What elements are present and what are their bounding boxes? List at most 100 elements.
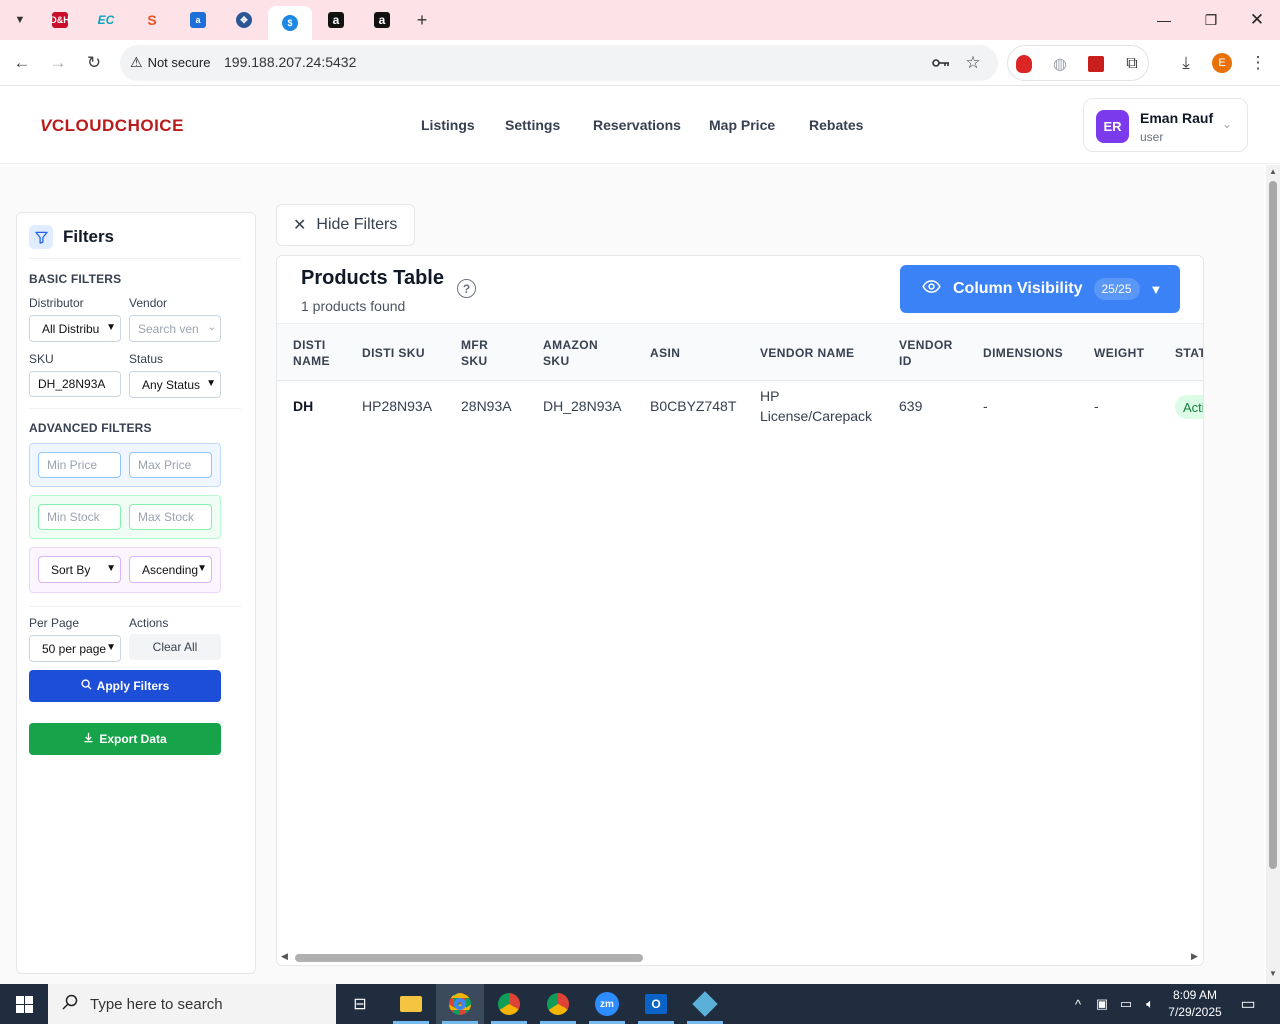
chrome-icon — [498, 993, 520, 1015]
col-dimensions[interactable]: DIMENSIONS — [983, 345, 1063, 361]
chrome-profile-2-app[interactable] — [485, 984, 533, 1024]
new-tab-button[interactable]: + — [406, 6, 438, 34]
diamond-app-icon — [692, 991, 718, 1017]
max-stock-input[interactable]: Max Stock — [129, 504, 212, 530]
filters-heading: Filters — [29, 225, 114, 249]
arrow-right-icon: → — [49, 53, 67, 72]
downloads-button[interactable]: ⤓ — [1174, 51, 1198, 75]
browser-tab-active[interactable]: $ — [268, 6, 312, 40]
file-explorer-app[interactable] — [387, 984, 435, 1024]
url-text[interactable]: 199.188.207.24:5432 — [224, 54, 356, 70]
browser-tab-7[interactable]: a — [320, 6, 352, 34]
hide-filters-button[interactable]: ✕ Hide Filters — [276, 204, 415, 246]
sort-by-select[interactable]: Sort By ▼ — [38, 556, 121, 583]
close-window-button[interactable]: ✕ — [1242, 8, 1272, 32]
zoom-app[interactable]: zm — [583, 984, 631, 1024]
col-asin[interactable]: ASIN — [650, 345, 680, 361]
nav-listings[interactable]: Listings — [421, 117, 475, 133]
column-visibility-button[interactable]: Column Visibility 25/25 ▼ — [900, 265, 1180, 313]
cell-amazon-sku: DH_28N93A — [543, 398, 622, 414]
bookmark-star-icon[interactable]: ☆ — [963, 53, 983, 73]
col-vendor-name[interactable]: VENDOR NAME — [760, 345, 854, 361]
restore-icon: ❐ — [1204, 11, 1218, 28]
scroll-down-icon[interactable]: ▼ — [1269, 969, 1277, 978]
pinned-app[interactable] — [681, 984, 729, 1024]
volume-icon[interactable]: 🔈︎ — [1140, 984, 1160, 1024]
ext-stop-icon[interactable] — [1014, 54, 1034, 74]
ext-arrow-icon[interactable] — [1086, 54, 1106, 74]
vendor-search-select[interactable]: Search ven ⌄ — [129, 315, 221, 342]
max-price-input[interactable]: Max Price — [129, 452, 212, 478]
col-disti-sku[interactable]: DISTI SKU — [362, 345, 425, 361]
col-disti-name[interactable]: DISTI NAME — [293, 337, 330, 369]
browser-tab-3[interactable]: S — [136, 6, 168, 34]
nav-map-price[interactable]: Map Price — [709, 117, 775, 133]
back-button[interactable]: ← — [10, 51, 34, 75]
browser-tab-strip: ▼ D&H EC S a ✥ $ a a + — ❐ ✕ — [0, 0, 1280, 40]
network-icon[interactable]: ▭ — [1116, 984, 1136, 1024]
tray-meet-icon[interactable]: ▣ — [1092, 984, 1112, 1024]
task-view-button[interactable]: ⊟ — [336, 984, 384, 1024]
divider — [29, 606, 241, 607]
scroll-right-icon[interactable]: ▶ — [1191, 951, 1198, 962]
user-menu[interactable]: ER Eman Rauf user ⌄ — [1083, 98, 1248, 152]
table-horizontal-scrollbar[interactable]: ◀ ▶ — [277, 949, 1203, 965]
address-bar[interactable]: ⚠ Not secure 199.188.207.24:5432 ☆ — [120, 45, 998, 81]
not-secure-label: Not secure — [147, 55, 211, 70]
browser-menu-button[interactable]: ⋮ — [1246, 51, 1270, 75]
distributor-select[interactable]: All Distribu ▼ — [29, 315, 121, 342]
nav-settings[interactable]: Settings — [505, 117, 560, 133]
reload-button[interactable]: ↻ — [82, 51, 106, 75]
sku-input[interactable]: DH_28N93A — [29, 371, 121, 397]
clear-all-button[interactable]: Clear All — [129, 634, 221, 660]
browser-tab-2[interactable]: EC — [90, 6, 122, 34]
col-mfr-sku[interactable]: MFR SKU — [461, 337, 488, 369]
per-page-select[interactable]: 50 per page ▼ — [29, 635, 121, 662]
taskbar-clock[interactable]: 8:09 AM 7/29/2025 — [1160, 987, 1230, 1021]
col-weight[interactable]: WEIGHT — [1094, 345, 1144, 361]
sort-order-select[interactable]: Ascending ▼ — [129, 556, 212, 583]
page-scroll-thumb[interactable] — [1269, 181, 1277, 869]
forward-button[interactable]: → — [46, 51, 70, 75]
page-scrollbar[interactable]: ▲ ▼ — [1266, 165, 1280, 984]
scroll-up-icon[interactable]: ▲ — [1269, 167, 1277, 176]
col-vendor-id[interactable]: VENDOR ID — [899, 337, 953, 369]
browser-tab-1[interactable]: D&H — [44, 6, 76, 34]
min-price-input[interactable]: Min Price — [38, 452, 121, 478]
profile-button[interactable]: E — [1210, 51, 1234, 75]
start-button[interactable] — [0, 984, 48, 1024]
tab-search-button[interactable]: ▼ — [4, 6, 36, 34]
chevron-down-icon: ▼ — [197, 563, 207, 574]
cloudchoice-logo[interactable]: VCLOUDCHOICE — [40, 116, 184, 136]
outlook-app[interactable]: O — [632, 984, 680, 1024]
arrow-left-icon: ← — [13, 53, 31, 72]
apply-filters-button[interactable]: Apply Filters — [29, 670, 221, 702]
ext-globe-icon[interactable]: ◍ — [1050, 54, 1070, 74]
app-header: VCLOUDCHOICE Listings Settings Reservati… — [0, 87, 1280, 164]
chevron-down-icon: ▼ — [206, 378, 216, 389]
chrome-app[interactable] — [436, 984, 484, 1024]
col-status[interactable]: STAT — [1175, 345, 1203, 361]
status-select[interactable]: Any Status ▼ — [129, 371, 221, 398]
table-scroll-thumb[interactable] — [295, 954, 643, 962]
help-icon[interactable]: ? — [457, 279, 476, 298]
browser-tab-5[interactable]: ✥ — [228, 6, 260, 34]
extensions-puzzle-icon[interactable]: ⧉ — [1122, 54, 1142, 74]
browser-tab-4[interactable]: a — [182, 6, 214, 34]
browser-tab-8[interactable]: a — [366, 6, 398, 34]
export-data-button[interactable]: Export Data — [29, 723, 221, 755]
nav-rebates[interactable]: Rebates — [809, 117, 863, 133]
password-key-icon[interactable] — [931, 53, 951, 73]
taskbar-search[interactable]: Type here to search — [48, 984, 336, 1024]
min-stock-input[interactable]: Min Stock — [38, 504, 121, 530]
col-amazon-sku[interactable]: AMAZON SKU — [543, 337, 598, 369]
scroll-left-icon[interactable]: ◀ — [281, 951, 288, 962]
user-name: Eman Rauf — [1140, 110, 1214, 126]
chrome-profile-3-app[interactable] — [534, 984, 582, 1024]
notifications-icon[interactable]: ▭ — [1236, 984, 1260, 1024]
minimize-button[interactable]: — — [1149, 8, 1179, 32]
security-indicator[interactable]: ⚠ Not secure — [130, 54, 210, 71]
restore-button[interactable]: ❐ — [1196, 8, 1226, 32]
tray-overflow-icon[interactable]: ^ — [1068, 984, 1088, 1024]
nav-reservations[interactable]: Reservations — [593, 117, 681, 133]
